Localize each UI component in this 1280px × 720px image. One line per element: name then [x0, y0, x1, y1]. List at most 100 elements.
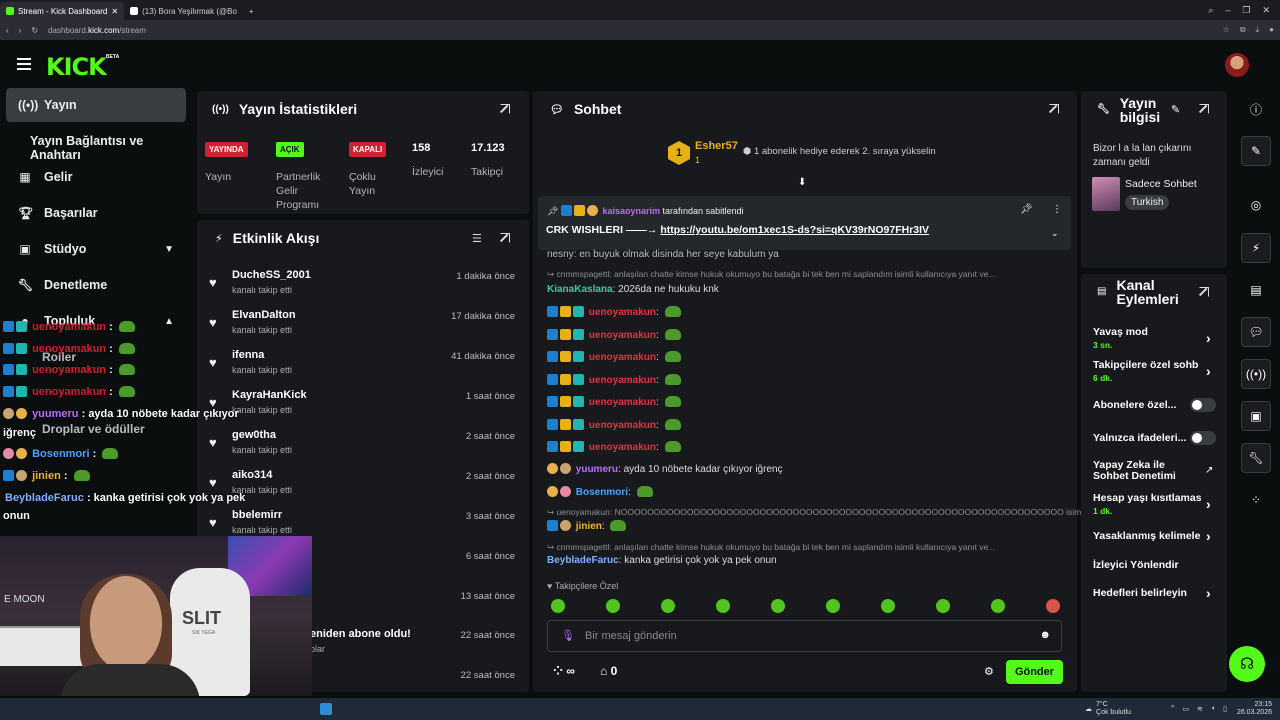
emote-icon[interactable] — [661, 599, 675, 613]
bookmark-icon[interactable]: ☆ — [1223, 25, 1230, 35]
activity-user[interactable]: ElvanDalton — [232, 309, 296, 321]
wifi-icon[interactable]: ≋ — [1197, 705, 1203, 713]
expand-icon[interactable] — [1199, 287, 1209, 297]
extensions-icon[interactable]: ⧉ — [1240, 25, 1246, 35]
chat-username[interactable]: KianaKaslana — [547, 284, 613, 295]
emote-icon[interactable] — [826, 599, 840, 613]
send-button[interactable]: Gönder — [1006, 660, 1063, 684]
store-button[interactable]: ⌂ 0 — [600, 664, 617, 678]
app-icon[interactable] — [320, 703, 332, 715]
battery-icon[interactable]: ▯ — [1223, 705, 1227, 713]
pinned-link[interactable]: https://youtu.be/om1xec1S-ds?si=qKV39rNO… — [660, 224, 929, 236]
emoji-picker-icon[interactable]: ☻ — [1039, 629, 1051, 641]
chat-username[interactable]: uenoyamakun — [589, 442, 656, 453]
expand-icon[interactable] — [1199, 104, 1209, 114]
chat-username[interactable]: uenoyamakun — [589, 307, 656, 318]
sidebar-item-studyo[interactable]: ▣ Stüdyo ▼ — [6, 232, 186, 266]
download-icon[interactable]: ⤓ — [1256, 25, 1260, 35]
browser-tab-x[interactable]: (13) Bora Yeşilırmak (@Bo — [124, 2, 243, 20]
edit-icon[interactable]: ✎ — [1171, 103, 1180, 116]
activity-user[interactable]: gew0tha — [232, 429, 276, 441]
emote-icon[interactable] — [716, 599, 730, 613]
chat-username[interactable]: uenoyamakun — [589, 330, 656, 341]
category-thumbnail[interactable] — [1092, 177, 1120, 211]
chevron-down-icon[interactable]: ⌄ — [1051, 228, 1059, 239]
filter-icon[interactable]: ☰ — [472, 232, 482, 245]
chat-username[interactable]: uenoyamakun — [589, 375, 656, 386]
action-banned-words[interactable]: Yasaklanmış kelimele — [1093, 530, 1201, 542]
activity-user[interactable]: DucheSS_2001 — [232, 269, 311, 281]
sidebar-item-droplar[interactable]: Droplar ve ödüller — [42, 422, 145, 436]
chat-username[interactable]: uenoyamakun — [589, 352, 656, 363]
weather-widget[interactable]: ☁ 7°C Çok bulutlu — [1085, 701, 1131, 717]
chevron-right-icon[interactable]: › — [1206, 496, 1211, 512]
chevron-right-icon[interactable]: › — [1206, 528, 1211, 544]
profile-icon[interactable]: ● — [1269, 25, 1274, 35]
chevron-right-icon[interactable]: › — [1206, 585, 1211, 601]
document-icon[interactable]: ▤ — [1241, 275, 1271, 305]
sidebar-item-yayin-baglantisi[interactable]: Yayın Bağlantısı ve Anahtarı — [30, 134, 192, 162]
help-button[interactable]: ☊ — [1229, 646, 1265, 682]
more-options-icon[interactable]: ⋮ — [1052, 204, 1062, 215]
close-window-icon[interactable]: ✕ — [1262, 5, 1270, 16]
activity-user[interactable]: KayraHanKick — [232, 389, 307, 401]
sidebar-item-yayin[interactable]: ((•)) Yayın — [6, 88, 186, 122]
chevron-right-icon[interactable]: › — [1206, 363, 1211, 379]
search-tabs-icon[interactable]: ⌕ — [1208, 5, 1213, 16]
chevron-up-icon[interactable]: ^ — [1171, 705, 1174, 713]
sidebar-item-denetleme[interactable]: 🔧︎ Denetleme — [6, 268, 186, 302]
sidebar-item-gelir[interactable]: ▦ Gelir — [6, 160, 186, 194]
menu-icon[interactable] — [17, 58, 31, 70]
category-name[interactable]: Sadece Sohbet — [1125, 178, 1197, 190]
expand-icon[interactable] — [500, 233, 510, 243]
emotes-only-toggle[interactable] — [1190, 431, 1216, 445]
chat-username[interactable]: BeybladeFaruc — [547, 555, 619, 566]
chat-username[interactable]: yuumeru — [576, 464, 618, 475]
user-avatar[interactable] — [1225, 53, 1249, 77]
chat-username[interactable]: uenoyamakun — [589, 420, 656, 431]
sidebar-item-basarilar[interactable]: 🏆︎ Başarılar — [6, 196, 186, 230]
chat-settings-icon[interactable]: ⚙ — [984, 665, 994, 678]
channel-points[interactable]: ⁘ ∞ — [553, 664, 575, 678]
tab-close-icon[interactable]: ✕ — [111, 7, 118, 16]
kick-logo[interactable]: KICK — [46, 53, 107, 81]
emote-icon[interactable] — [881, 599, 895, 613]
action-followers-only[interactable]: Takipçilere özel sohb — [1093, 359, 1201, 371]
lightning-icon[interactable]: ⚡︎ — [1241, 233, 1271, 263]
top-gifter-name[interactable]: Esher57 — [695, 140, 738, 152]
url-field[interactable]: dashboard.kick.com/stream — [48, 26, 146, 35]
action-goals[interactable]: Hedefleri belirleyin — [1093, 587, 1187, 599]
activity-user[interactable]: aiko314 — [232, 469, 272, 481]
clock[interactable]: 23:15 26.03.2026 — [1237, 701, 1272, 717]
action-raid[interactable]: İzleyici Yönlendir — [1093, 559, 1179, 571]
camera-icon[interactable]: ◎ — [1241, 190, 1271, 220]
emote-icon[interactable] — [936, 599, 950, 613]
maximize-icon[interactable]: ❐ — [1242, 5, 1250, 16]
chevron-right-icon[interactable]: › — [1206, 330, 1211, 346]
emote-icon[interactable] — [991, 599, 1005, 613]
new-tab-button[interactable]: + — [243, 2, 260, 20]
browser-tab-kick[interactable]: Stream - Kick Dashboard ✕ — [0, 2, 125, 20]
info-icon[interactable]: ⓘ — [1241, 94, 1271, 124]
chat-username[interactable]: jinien — [576, 521, 602, 532]
community-icon[interactable]: ⁘ — [1241, 485, 1271, 515]
channel-icon[interactable]: ▣ — [1241, 401, 1271, 431]
edit-icon[interactable]: ✎ — [1241, 136, 1271, 166]
action-account-age[interactable]: Hesap yaşı kısıtlamas — [1093, 492, 1201, 504]
chat-username[interactable]: uenoyamakun — [589, 397, 656, 408]
expand-icon[interactable] — [500, 104, 510, 114]
reload-icon[interactable]: ↻ — [31, 26, 38, 35]
action-ai-moderation[interactable]: Yapay Zeka ile Sohbet Denetimi — [1093, 460, 1193, 482]
external-link-icon[interactable]: ↗ — [1205, 465, 1213, 476]
emote-icon[interactable] — [1046, 599, 1060, 613]
forward-icon[interactable]: › — [19, 26, 22, 35]
activity-user[interactable]: bbelemirr — [232, 509, 282, 521]
action-slow-mode[interactable]: Yavaş mod — [1093, 326, 1148, 338]
wrench-icon[interactable]: 🔧︎ — [1241, 443, 1271, 473]
volume-icon[interactable]: ◖ — [1211, 705, 1215, 713]
chat-username[interactable]: Bosenmori — [576, 487, 628, 498]
unpin-icon[interactable]: 📌︎ — [1020, 204, 1033, 215]
expand-icon[interactable] — [1049, 104, 1059, 114]
emote-icon[interactable] — [771, 599, 785, 613]
emote-icon[interactable] — [606, 599, 620, 613]
